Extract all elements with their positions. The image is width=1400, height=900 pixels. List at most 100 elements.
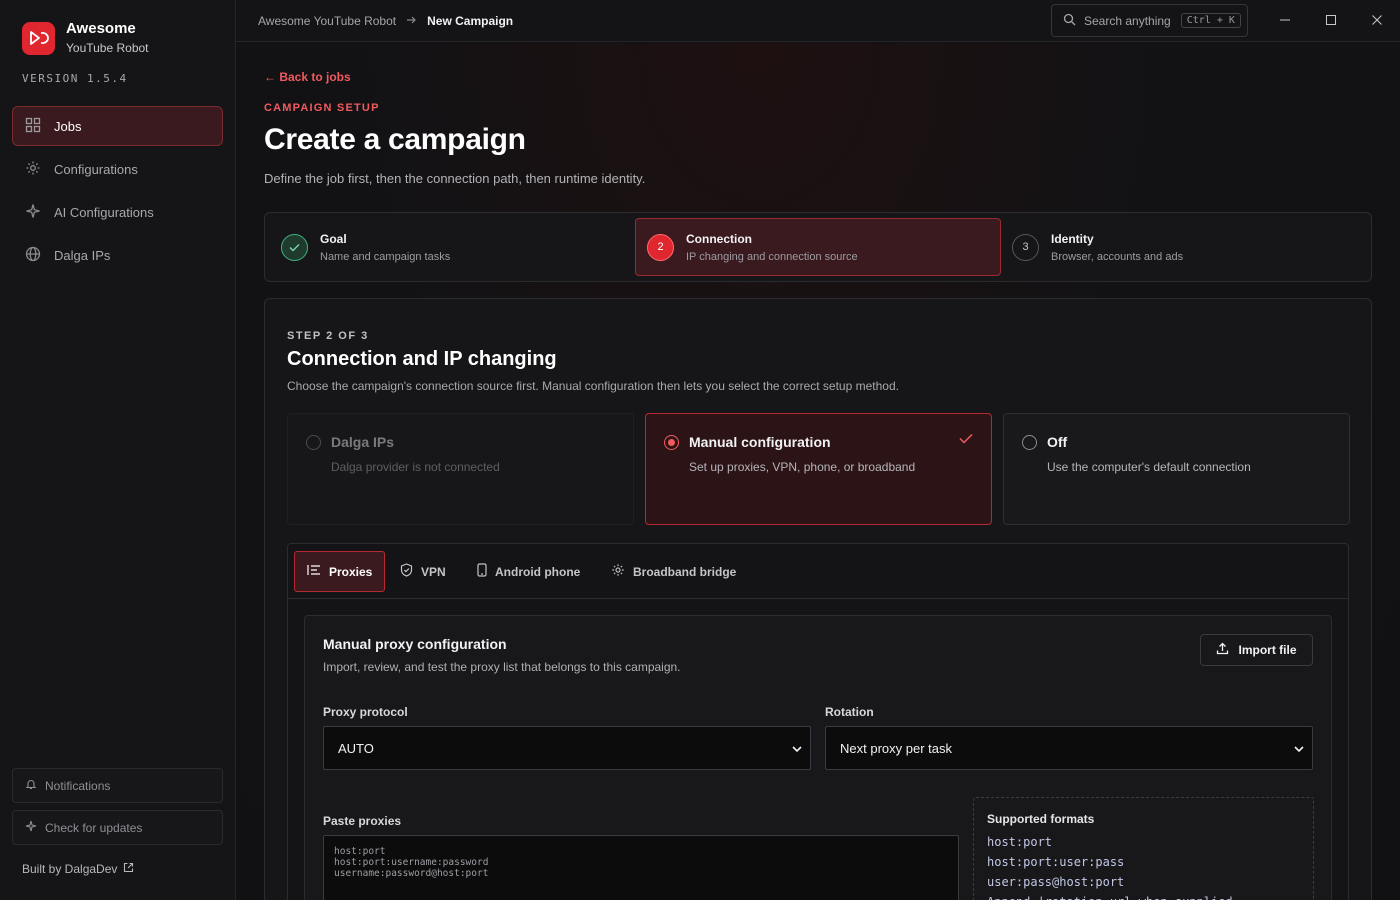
step-title: Identity (1051, 231, 1094, 246)
proxy-protocol-label: Proxy protocol (323, 705, 408, 719)
breadcrumb-root[interactable]: Awesome YouTube Robot (258, 14, 396, 28)
search-icon (1063, 13, 1076, 29)
app-subtitle: YouTube Robot (66, 41, 149, 55)
sidebar-item-label: Configurations (54, 161, 138, 177)
step-identity[interactable]: 3 Identity Browser, accounts and ads (1001, 218, 1367, 276)
option-title: Off (1047, 434, 1068, 450)
paste-proxies-label: Paste proxies (323, 814, 402, 828)
rotation-select[interactable]: Next proxy per task (825, 726, 1313, 770)
option-manual-configuration[interactable]: Manual configuration Set up proxies, VPN… (645, 413, 992, 525)
step-indicator: STEP 2 OF 3 (287, 330, 369, 342)
step-goal[interactable]: Goal Name and campaign tasks (270, 218, 630, 276)
proxy-protocol-select[interactable]: AUTO (323, 726, 811, 770)
option-desc: Use the computer's default connection (1047, 460, 1251, 474)
supported-formats: Supported formats host:port host:port:us… (973, 797, 1314, 900)
sidebar-item-ai-configurations[interactable]: AI Configurations (12, 192, 223, 232)
tab-broadband-bridge[interactable]: Broadband bridge (599, 551, 748, 592)
check-icon (281, 233, 308, 261)
format-item: host:port:user:pass (987, 855, 1125, 869)
phone-icon (477, 563, 487, 580)
maximize-button[interactable] (1322, 12, 1340, 30)
back-to-jobs-link[interactable]: ← Back to jobs (264, 70, 351, 84)
notifications-button[interactable]: Notifications (12, 768, 223, 803)
tab-vpn[interactable]: VPN (388, 551, 458, 592)
paste-proxies-textarea[interactable]: host:port host:port:username:password us… (323, 835, 959, 900)
card-title: Manual proxy configuration (323, 636, 507, 652)
check-updates-button[interactable]: Check for updates (12, 810, 223, 845)
select-value: Next proxy per task (840, 740, 952, 756)
step-number: 3 (1012, 233, 1039, 261)
radio-button[interactable] (306, 434, 321, 450)
step-title: Connection (686, 231, 752, 246)
formats-title: Supported formats (987, 812, 1095, 826)
option-desc: Dalga provider is not connected (331, 460, 500, 474)
bell-icon (25, 778, 37, 793)
step-desc: Browser, accounts and ads (1051, 250, 1184, 263)
tab-bar: Proxies VPN Android phone Broadband brid… (288, 544, 1348, 599)
option-off[interactable]: Off Use the computer's default connectio… (1003, 413, 1350, 525)
method-tabs: Proxies VPN Android phone Broadband brid… (287, 543, 1349, 900)
sidebar-nav: Jobs Configurations AI Configurations Da… (12, 106, 223, 278)
tab-proxies[interactable]: Proxies (294, 551, 386, 592)
step-connection[interactable]: 2 Connection IP changing and connection … (635, 218, 1001, 276)
select-value: AUTO (338, 740, 374, 756)
check-updates-label: Check for updates (45, 820, 143, 835)
breadcrumb: Awesome YouTube Robot New Campaign (258, 14, 513, 28)
sparkle-icon (25, 203, 41, 222)
panel-title: Connection and IP changing (287, 348, 557, 370)
search-shortcut: Ctrl + K (1180, 13, 1241, 28)
breadcrumb-current: New Campaign (427, 14, 514, 28)
grid-icon (25, 117, 41, 136)
globe-icon (25, 246, 41, 265)
page-eyebrow: CAMPAIGN SETUP (264, 102, 380, 114)
connection-panel: STEP 2 OF 3 Connection and IP changing C… (264, 298, 1372, 900)
stepper: Goal Name and campaign tasks 2 Connectio… (264, 212, 1372, 282)
chevron-down-icon (1294, 741, 1304, 756)
sidebar-item-label: AI Configurations (54, 204, 154, 220)
version-label: VERSION 1.5.4 (22, 72, 128, 85)
brand: Awesome YouTube Robot (22, 20, 149, 56)
arrow-right-icon (406, 14, 417, 28)
sidebar-item-jobs[interactable]: Jobs (12, 106, 223, 146)
search-input[interactable]: Search anything Ctrl + K (1051, 4, 1248, 37)
radio-button[interactable] (664, 434, 679, 450)
option-title: Dalga IPs (331, 434, 395, 450)
close-icon (1371, 14, 1383, 29)
step-desc: IP changing and connection source (686, 250, 858, 263)
option-dalga-ips[interactable]: Dalga IPs Dalga provider is not connecte… (287, 413, 634, 525)
step-title: Goal (320, 231, 347, 246)
close-button[interactable] (1368, 12, 1386, 30)
tab-android-phone[interactable]: Android phone (465, 551, 592, 592)
minimize-button[interactable] (1276, 12, 1294, 30)
import-file-label: Import file (1238, 643, 1297, 657)
step-number: 2 (647, 233, 674, 261)
check-icon (959, 432, 973, 447)
chevron-down-icon (792, 741, 802, 756)
topbar: Awesome YouTube Robot New Campaign Searc… (236, 0, 1400, 42)
maximize-icon (1325, 14, 1337, 29)
upload-icon (1216, 642, 1229, 658)
list-icon (307, 564, 321, 579)
gear-icon (25, 160, 41, 179)
built-by-link[interactable]: Built by DalgaDev (22, 862, 134, 876)
search-placeholder: Search anything (1084, 13, 1171, 28)
main-content: ← Back to jobs CAMPAIGN SETUP Create a c… (236, 43, 1400, 900)
sidebar-item-configurations[interactable]: Configurations (12, 149, 223, 189)
card-desc: Import, review, and test the proxy list … (323, 660, 681, 674)
built-by-label: Built by DalgaDev (22, 862, 118, 876)
gear-icon (611, 563, 625, 580)
sidebar-item-dalga-ips[interactable]: Dalga IPs (12, 235, 223, 275)
tab-label: Proxies (329, 564, 373, 579)
radio-button[interactable] (1022, 434, 1037, 450)
format-item: host:port (987, 835, 1053, 849)
tab-label: VPN (421, 564, 446, 579)
format-item: Append |rotation-url when supplied (987, 892, 1313, 900)
format-item: user:pass@host:port (987, 875, 1125, 889)
manual-proxy-card: Manual proxy configuration Import, revie… (304, 615, 1332, 900)
page-title: Create a campaign (264, 123, 526, 156)
app-logo-icon (22, 21, 55, 55)
option-title: Manual configuration (689, 434, 831, 450)
external-link-icon (123, 862, 134, 876)
tab-label: Android phone (495, 564, 581, 579)
import-file-button[interactable]: Import file (1200, 634, 1313, 666)
